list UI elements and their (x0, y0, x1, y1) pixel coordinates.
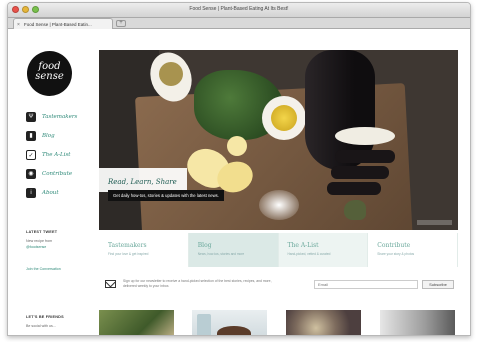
lemon-wedge (227, 136, 247, 156)
friends-text: Be social with us... (26, 324, 56, 328)
tweet-body-placeholder (26, 250, 86, 262)
nav-label: About (42, 190, 59, 196)
tab-bar: × Food Sense | Plant-Based Eatin... + (8, 18, 470, 29)
nav-item-a-list[interactable]: ✓ The A-List (26, 149, 77, 161)
utensils-icon: Ψ (26, 112, 36, 122)
feature-desc: Share your story & photos (377, 252, 415, 256)
feature-title: Tastemakers (108, 242, 147, 249)
tweet-heading: LATEST TWEET (26, 230, 58, 234)
article-thumbnail[interactable] (99, 310, 174, 335)
hero-tagline: Read, Learn, Share (99, 168, 187, 192)
feature-strip: Tastemakers Find your love & get inspire… (99, 233, 458, 267)
new-tab-button[interactable]: + (116, 20, 126, 27)
feature-desc: News, how-tos, stories and more (197, 252, 245, 256)
article-thumbnails (99, 310, 458, 335)
browser-window: Food Sense | Plant-Based Eating At Its B… (7, 2, 471, 336)
eggplant-slice (335, 150, 395, 163)
email-field[interactable] (314, 280, 418, 289)
eggplant-slice (331, 166, 389, 179)
feature-desc: Find your love & get inspired (108, 252, 149, 256)
nav-label: Tastemakers (42, 114, 78, 120)
tab-close-icon[interactable]: × (17, 22, 20, 28)
friends-heading: LET'S BE FRIENDS (26, 315, 64, 319)
site-logo[interactable]: food sense (27, 51, 72, 96)
main-nav: Ψ Tastemakers ▮ Blog ✓ The A-List ◉ Cont… (26, 111, 77, 206)
follow-link[interactable]: Join the Conversation (26, 266, 86, 272)
camera-icon: ◉ (26, 169, 36, 179)
logo-text-sense: sense (35, 71, 64, 82)
book-icon: ▮ (26, 131, 36, 141)
title-bar: Food Sense | Plant-Based Eating At Its B… (8, 3, 470, 18)
eggplant-slice (327, 182, 381, 195)
newsletter-text: Sign up for our newsletter to receive a … (123, 279, 272, 288)
nav-item-blog[interactable]: ▮ Blog (26, 130, 77, 142)
friends-block: LET'S BE FRIENDS Be social with us... (26, 314, 86, 329)
feature-title: Blog (197, 242, 212, 249)
nav-item-about[interactable]: i About (26, 187, 77, 199)
hero-headline: Read, Learn, Share (108, 178, 177, 186)
checkbox-icon: ✓ (26, 150, 36, 160)
nav-label: Contribute (42, 171, 73, 177)
article-thumbnail[interactable] (192, 310, 267, 335)
tab-label: Food Sense | Plant-Based Eatin... (24, 22, 92, 27)
feature-desc: Hand-picked, vetted & curated (287, 252, 331, 256)
info-icon: i (26, 188, 36, 198)
envelope-icon (105, 280, 116, 288)
latest-tweet: LATEST TWEET New recipe from @foodsense … (26, 229, 86, 272)
feature-a-list[interactable]: The A-List Hand-picked, vetted & curated (278, 233, 369, 267)
eggplant-cut-face (335, 127, 395, 145)
feature-title: The A-List (287, 242, 319, 249)
newsletter-signup: Sign up for our newsletter to receive a … (99, 278, 458, 296)
spice-powder (159, 62, 183, 86)
article-thumbnail[interactable] (286, 310, 361, 335)
nav-label: Blog (42, 133, 55, 139)
subscribe-button[interactable]: Subscribe (422, 280, 454, 289)
feature-title: Contribute (377, 242, 411, 249)
window-title: Food Sense | Plant-Based Eating At Its B… (189, 6, 289, 12)
article-thumbnail[interactable] (380, 310, 455, 335)
eggplant-cap (344, 200, 366, 220)
nav-item-tastemakers[interactable]: Ψ Tastemakers (26, 111, 77, 123)
nav-item-contribute[interactable]: ◉ Contribute (26, 168, 77, 180)
olive-oil (271, 105, 297, 131)
browser-tab[interactable]: × Food Sense | Plant-Based Eatin... (13, 18, 113, 29)
salt-pile (259, 190, 299, 220)
feature-tastemakers[interactable]: Tastemakers Find your love & get inspire… (99, 233, 189, 267)
feature-contribute[interactable]: Contribute Share your story & photos (368, 233, 458, 267)
feature-blog[interactable]: Blog News, how-tos, stories and more (188, 233, 279, 267)
page-content: food sense Ψ Tastemakers ▮ Blog ✓ The A-… (8, 30, 470, 335)
nav-label: The A-List (42, 152, 71, 158)
photo-credit (417, 220, 452, 225)
hero-image: Read, Learn, Share Get daily how-tos, st… (99, 50, 458, 230)
hero-subline[interactable]: Get daily how-tos, stories & updates wit… (108, 190, 224, 201)
